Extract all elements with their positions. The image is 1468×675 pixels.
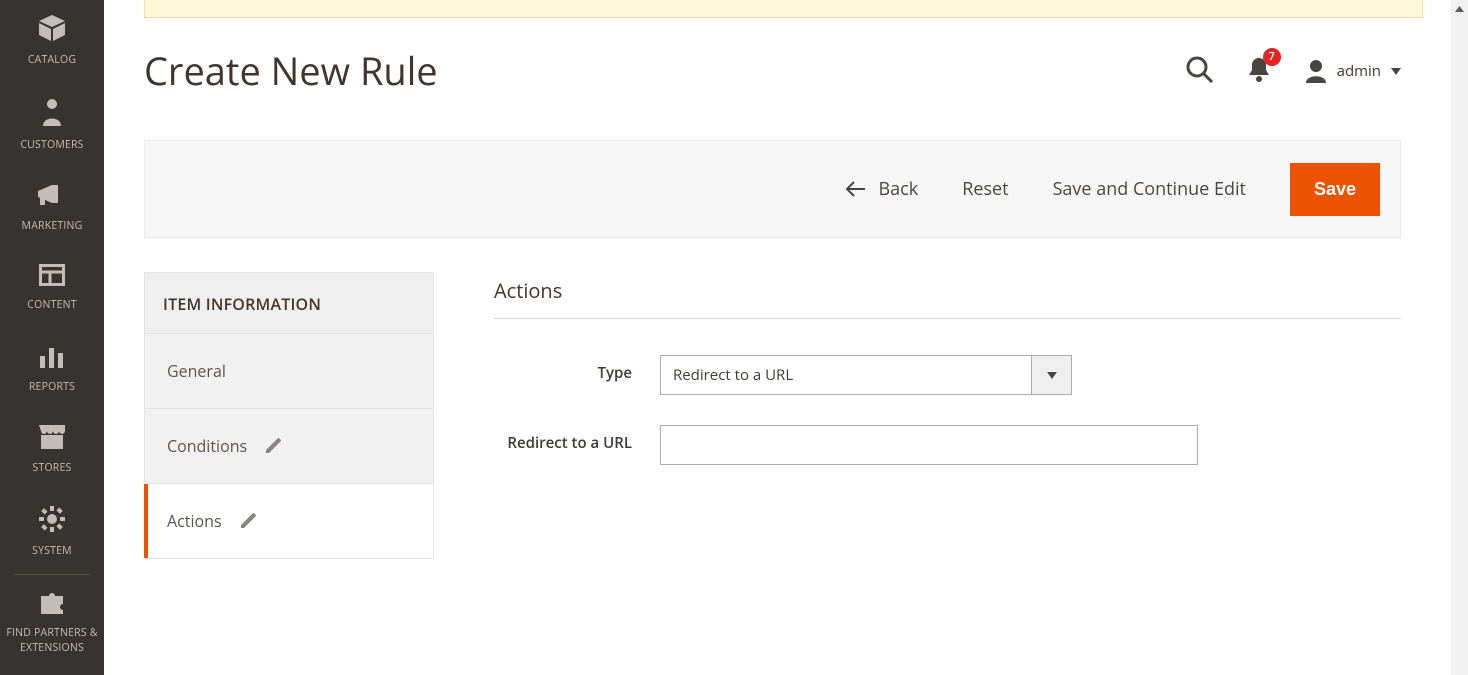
field-label-redirect-url: Redirect to a URL xyxy=(494,425,660,453)
chevron-up-icon xyxy=(1455,6,1464,12)
caret-down-icon xyxy=(1391,68,1401,75)
type-select-trigger[interactable] xyxy=(1032,355,1072,395)
save-button[interactable]: Save xyxy=(1290,163,1380,216)
field-row-type: Type Redirect to a URL xyxy=(494,355,1401,395)
sidebar-item-marketing[interactable]: MARKETING xyxy=(0,168,104,249)
reset-button[interactable]: Reset xyxy=(962,177,1008,201)
sidebar-item-stores[interactable]: STORES xyxy=(0,410,104,491)
form-area: Actions Type Redirect to a URL Redirect … xyxy=(494,272,1401,651)
main-content: Create New Rule 7 admin xyxy=(104,0,1451,675)
fieldset-separator xyxy=(494,318,1401,319)
action-toolbar: Back Reset Save and Continue Edit Save xyxy=(144,140,1401,238)
sidebar-label: CONTENT xyxy=(27,298,76,312)
back-label: Back xyxy=(879,177,919,201)
side-tab-conditions[interactable]: Conditions xyxy=(145,409,433,484)
cube-icon xyxy=(4,15,100,45)
redirect-url-input[interactable] xyxy=(660,425,1198,465)
user-name-label: admin xyxy=(1337,61,1381,81)
sidebar-item-content[interactable]: CONTENT xyxy=(0,249,104,328)
sidebar-label: CUSTOMERS xyxy=(20,138,83,152)
scrollbar-up-button[interactable] xyxy=(1451,0,1468,17)
side-tabs: ITEM INFORMATION General Conditions Acti… xyxy=(144,272,434,559)
save-and-continue-button[interactable]: Save and Continue Edit xyxy=(1053,177,1246,201)
back-button[interactable]: Back xyxy=(845,177,919,201)
gear-icon xyxy=(4,506,100,536)
notification-count-badge: 7 xyxy=(1263,48,1281,66)
arrow-left-icon xyxy=(845,181,867,197)
type-select-value: Redirect to a URL xyxy=(660,355,1032,395)
field-row-redirect-url: Redirect to a URL xyxy=(494,425,1401,465)
reset-label: Reset xyxy=(962,177,1008,201)
search-icon xyxy=(1185,55,1213,83)
type-select[interactable]: Redirect to a URL xyxy=(660,355,1072,395)
person-icon xyxy=(4,98,100,130)
admin-sidebar: CATALOG CUSTOMERS MARKETING CONTENT REPO xyxy=(0,0,104,675)
field-label-type: Type xyxy=(494,355,660,383)
sidebar-item-reports[interactable]: REPORTS xyxy=(0,329,104,410)
side-tab-label: General xyxy=(167,360,226,382)
side-tab-label: Conditions xyxy=(167,435,247,457)
sidebar-label: SYSTEM xyxy=(32,544,72,558)
layout-icon xyxy=(4,264,100,290)
sidebar-item-customers[interactable]: CUSTOMERS xyxy=(0,83,104,168)
megaphone-icon xyxy=(4,183,100,211)
notifications-button[interactable]: 7 xyxy=(1247,56,1271,87)
sidebar-item-catalog[interactable]: CATALOG xyxy=(0,0,104,83)
sidebar-label: FIND PARTNERS & EXTENSIONS xyxy=(6,626,97,655)
bar-chart-icon xyxy=(4,344,100,372)
notice-banner xyxy=(144,0,1423,18)
pencil-icon xyxy=(265,438,281,454)
puzzle-icon xyxy=(4,590,100,618)
sidebar-label: REPORTS xyxy=(29,380,75,394)
storefront-icon xyxy=(4,425,100,453)
save-continue-label: Save and Continue Edit xyxy=(1053,177,1246,201)
vertical-scrollbar[interactable] xyxy=(1451,0,1468,675)
sidebar-label: STORES xyxy=(33,461,72,475)
side-tabs-heading: ITEM INFORMATION xyxy=(145,273,433,334)
side-tab-actions[interactable]: Actions xyxy=(145,484,433,559)
side-tab-general[interactable]: General xyxy=(145,334,433,409)
pencil-icon xyxy=(240,513,256,529)
header-tools: 7 admin xyxy=(1185,55,1401,88)
user-icon xyxy=(1305,59,1327,83)
page-title: Create New Rule xyxy=(144,45,438,97)
sidebar-item-system[interactable]: SYSTEM xyxy=(0,491,104,574)
caret-down-icon xyxy=(1047,372,1057,379)
fieldset-title: Actions xyxy=(494,277,1401,304)
page-header: Create New Rule 7 admin xyxy=(144,45,1401,97)
content-row: ITEM INFORMATION General Conditions Acti… xyxy=(144,272,1401,651)
sidebar-label: MARKETING xyxy=(22,219,83,233)
sidebar-label: CATALOG xyxy=(28,53,76,67)
search-button[interactable] xyxy=(1185,55,1213,88)
side-tab-label: Actions xyxy=(167,510,222,532)
sidebar-item-partners[interactable]: FIND PARTNERS & EXTENSIONS xyxy=(0,575,104,671)
user-menu[interactable]: admin xyxy=(1305,59,1401,83)
